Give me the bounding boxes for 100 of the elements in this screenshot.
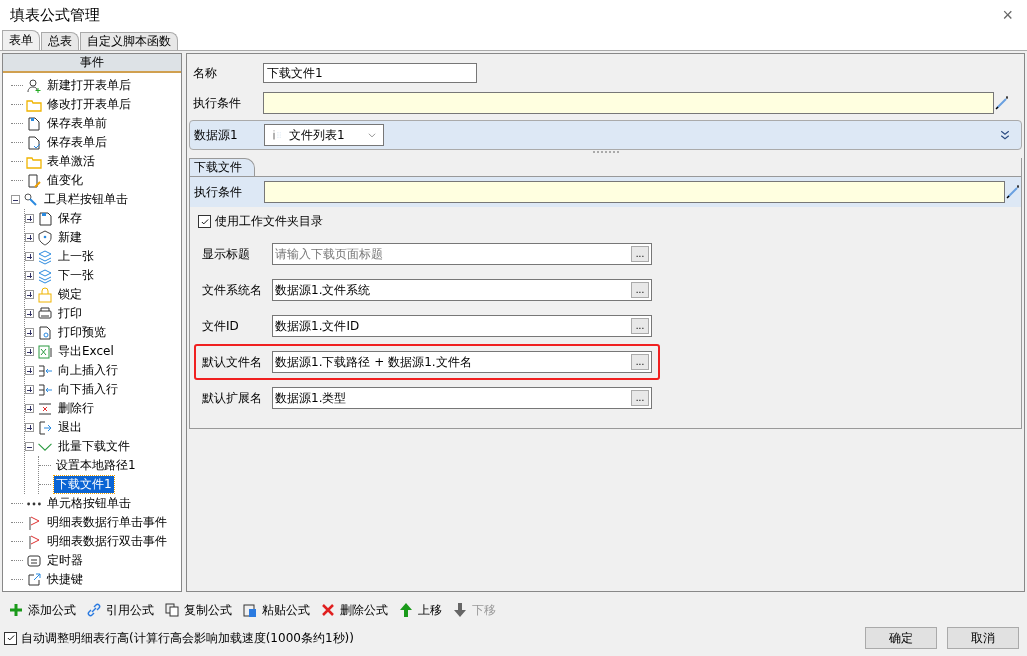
- document-check-icon: [26, 134, 42, 151]
- browse-button[interactable]: ...: [631, 354, 649, 370]
- tree-item[interactable]: 导出Excel: [56, 343, 116, 360]
- layers-icon: [37, 248, 53, 265]
- checkbox[interactable]: [198, 215, 211, 228]
- expander-toggle[interactable]: [25, 233, 34, 242]
- dialog-button[interactable]: 取消: [947, 627, 1019, 649]
- tree-item[interactable]: 删除行: [56, 400, 96, 417]
- flag-icon: [26, 514, 42, 531]
- expression-field[interactable]: 数据源1.类型 ...: [272, 387, 652, 409]
- expression-field[interactable]: 数据源1.文件系统 ...: [272, 279, 652, 301]
- check-icon: [199, 216, 210, 227]
- field-label: 数据源1: [194, 126, 239, 144]
- tree-item[interactable]: 上一张: [56, 248, 96, 265]
- expander-toggle[interactable]: [25, 442, 34, 451]
- expander-toggle[interactable]: [11, 195, 20, 204]
- expression-field[interactable]: 数据源1.文件ID ...: [272, 315, 652, 337]
- browse-button[interactable]: ...: [631, 246, 649, 262]
- expression-field[interactable]: 数据源1.下载路径 + 数据源1.文件名 ...: [272, 351, 652, 373]
- expander-toggle[interactable]: [25, 214, 34, 223]
- chevron-down-icon: [367, 130, 377, 140]
- tree-item[interactable]: 明细表数据行双击事件: [45, 533, 169, 550]
- name-input[interactable]: 下载文件1: [263, 63, 477, 83]
- tree-item[interactable]: 下载文件1: [54, 476, 114, 493]
- tree-item[interactable]: 退出: [56, 419, 84, 436]
- exit-icon: [37, 419, 53, 436]
- tree-item[interactable]: 新建: [56, 229, 84, 246]
- tree-item[interactable]: 锁定: [56, 286, 84, 303]
- tree-item[interactable]: 明细表数据行单击事件: [45, 514, 169, 531]
- toolbar-button[interactable]: 复制公式: [164, 601, 232, 619]
- close-icon: [320, 602, 336, 618]
- tab[interactable]: 表单: [2, 30, 40, 50]
- field-label: 名称: [193, 64, 218, 82]
- tree-item[interactable]: 表单激活: [45, 153, 97, 170]
- tree-item[interactable]: 单元格按钮单击: [45, 495, 133, 512]
- expander-toggle[interactable]: [25, 290, 34, 299]
- condition-input[interactable]: [263, 92, 994, 114]
- double-chevron-icon: [999, 129, 1011, 141]
- tree-item[interactable]: 批量下载文件: [56, 438, 132, 455]
- datasource-dropdown[interactable]: 文件列表1: [264, 124, 384, 146]
- insert-row-icon: [37, 381, 53, 398]
- tree-item[interactable]: 值变化: [45, 172, 85, 189]
- expression-field[interactable]: 请输入下载页面标题 ...: [272, 243, 652, 265]
- condition-input[interactable]: [264, 181, 1005, 203]
- arrow-up-icon: [398, 602, 414, 618]
- tree-item[interactable]: 新建打开表单后: [45, 77, 133, 94]
- save-icon: [37, 210, 53, 227]
- field-label: 文件ID: [202, 317, 240, 335]
- tree-item[interactable]: 快捷键: [45, 571, 85, 588]
- arrow-down-icon: [452, 602, 468, 618]
- external-link-icon: [26, 571, 42, 588]
- expander-toggle[interactable]: [25, 309, 34, 318]
- browse-button[interactable]: ...: [631, 390, 649, 406]
- expander-toggle[interactable]: [25, 271, 34, 280]
- expander-toggle[interactable]: [25, 385, 34, 394]
- tree-item[interactable]: 保存表单后: [45, 134, 109, 151]
- tree-item[interactable]: 打印预览: [56, 324, 108, 341]
- tree-item[interactable]: 设置本地路径1: [54, 457, 138, 474]
- expander-toggle[interactable]: [25, 328, 34, 337]
- tree-item[interactable]: 保存: [56, 210, 84, 227]
- section-tab[interactable]: 下载文件: [189, 158, 255, 176]
- close-button[interactable]: ×: [998, 4, 1017, 26]
- toolbar-button[interactable]: 上移: [398, 601, 442, 619]
- tree-item[interactable]: 下一张: [56, 267, 96, 284]
- browse-button[interactable]: ...: [631, 282, 649, 298]
- tab[interactable]: 总表: [41, 32, 79, 50]
- tree-item[interactable]: 定时器: [45, 552, 85, 569]
- tree-item[interactable]: 打印: [56, 305, 84, 322]
- check-icon: [5, 633, 16, 643]
- magic-wand-icon: [994, 95, 1010, 111]
- tree-item[interactable]: 向上插入行: [56, 362, 120, 379]
- lock-icon: [37, 286, 53, 303]
- layers-icon: [37, 267, 53, 284]
- tree-item[interactable]: 向下插入行: [56, 381, 120, 398]
- expander-toggle[interactable]: [25, 423, 34, 432]
- tab[interactable]: 自定义脚本函数: [80, 32, 178, 50]
- shield-icon: [37, 229, 53, 246]
- toolbar-button[interactable]: 引用公式: [86, 601, 154, 619]
- tree-item[interactable]: 修改打开表单后: [45, 96, 133, 113]
- timer-icon: [26, 552, 42, 569]
- toolbar-button[interactable]: 添加公式: [8, 601, 76, 619]
- tree-item[interactable]: 工具栏按钮单击: [42, 191, 130, 208]
- chevron-down-icon: [38, 442, 52, 451]
- printer-icon: [37, 305, 53, 322]
- flag-icon: [26, 533, 42, 550]
- field-label: 默认文件名: [202, 353, 263, 371]
- checkbox[interactable]: [4, 631, 17, 645]
- link-icon: [86, 602, 102, 618]
- dialog-button[interactable]: 确定: [865, 627, 937, 649]
- expander-toggle[interactable]: [25, 404, 34, 413]
- browse-button[interactable]: ...: [631, 318, 649, 334]
- expander-toggle[interactable]: [25, 366, 34, 375]
- tree-item[interactable]: 保存表单前: [45, 115, 109, 132]
- toolbar-button[interactable]: 粘贴公式: [242, 601, 310, 619]
- plus-icon: [8, 602, 24, 618]
- expander-toggle[interactable]: [25, 347, 34, 356]
- document-edit-icon: [26, 172, 42, 189]
- field-label: 文件系统名: [202, 281, 263, 299]
- expander-toggle[interactable]: [25, 252, 34, 261]
- toolbar-button[interactable]: 删除公式: [320, 601, 388, 619]
